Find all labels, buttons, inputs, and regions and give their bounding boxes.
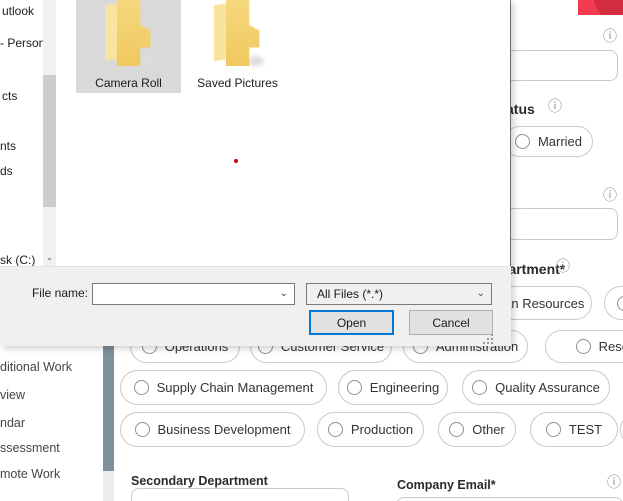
dept-pill-label: Quality Assurance	[495, 380, 600, 395]
folder-label: Saved Pictures	[188, 76, 287, 90]
dept-pill-business-development[interactable]: Business Development	[120, 412, 305, 447]
file-name-input[interactable]: ⌄	[92, 283, 295, 305]
brand-red-circle	[594, 0, 623, 15]
radio-icon[interactable]	[134, 380, 149, 395]
file-type-value: All Files (*.*)	[317, 287, 383, 301]
dept-pill-label: Production	[351, 422, 413, 437]
radio-icon[interactable]	[328, 422, 343, 437]
tree-item[interactable]: cts	[2, 89, 17, 103]
tree-item[interactable]: sk (C:)	[0, 253, 35, 267]
folder-item-saved-pictures[interactable]: Saved Pictures	[188, 0, 287, 93]
screen: ⓘ Marital Status ⓘ Married ⓘ Department*…	[0, 0, 623, 501]
dept-pill-label: Research	[599, 339, 623, 354]
open-button[interactable]: Open	[309, 310, 394, 335]
red-cursor-dot	[234, 159, 238, 163]
dept-pill-quality-assurance[interactable]: Quality Assurance	[462, 370, 610, 405]
dialog-bottom-bar: File name: ⌄ All Files (*.*) ⌄ Open Canc…	[0, 266, 511, 346]
dept-pill-other[interactable]: Other	[438, 412, 516, 447]
folder-item-camera-roll[interactable]: Camera Roll	[76, 0, 181, 93]
folder-icon	[99, 0, 159, 70]
text-field[interactable]	[498, 50, 618, 81]
chevron-down-icon[interactable]: ⌄	[477, 284, 485, 306]
tree-item[interactable]: nts	[0, 139, 16, 153]
folder-label: Camera Roll	[76, 76, 181, 90]
dept-pill-label: Supply Chain Management	[157, 380, 314, 395]
sidebar-item[interactable]: mote Work	[0, 467, 60, 481]
sidebar-item[interactable]: ndar	[0, 416, 25, 430]
radio-icon[interactable]	[576, 339, 591, 354]
dept-pill-engineering[interactable]: Engineering	[338, 370, 448, 405]
tree-item[interactable]: - Person	[0, 36, 45, 50]
company-email-label: Company Email*	[397, 478, 496, 492]
dept-pill-partial[interactable]	[604, 286, 623, 320]
dept-pill-label: TEST	[569, 422, 602, 437]
secondary-department-field[interactable]	[131, 488, 349, 501]
tree-item[interactable]: utlook	[2, 4, 34, 18]
dialog-scrollbar-thumb[interactable]	[43, 75, 56, 207]
radio-icon[interactable]	[135, 422, 150, 437]
married-label: Married	[538, 134, 582, 149]
radio-icon[interactable]	[617, 296, 623, 311]
dept-pill-supply-chain-management[interactable]: Supply Chain Management	[120, 370, 327, 405]
chevron-down-icon[interactable]: ⌄	[280, 284, 288, 306]
brand-red-banner	[578, 0, 623, 15]
sidebar-item[interactable]: view	[0, 388, 25, 402]
file-name-label: File name:	[32, 286, 88, 300]
sidebar-item[interactable]: ssessment	[0, 441, 60, 455]
info-icon[interactable]: ⓘ	[603, 188, 617, 202]
info-icon[interactable]: ⓘ	[603, 29, 617, 43]
radio-icon[interactable]	[472, 380, 487, 395]
radio-icon[interactable]	[449, 422, 464, 437]
radio-icon[interactable]	[347, 380, 362, 395]
text-field[interactable]	[498, 208, 618, 240]
file-type-select[interactable]: All Files (*.*) ⌄	[306, 283, 492, 305]
radio-icon[interactable]	[546, 422, 561, 437]
folder-icon	[208, 0, 268, 70]
resize-grip-icon[interactable]	[483, 334, 485, 336]
scrollbar-down-arrow-icon[interactable]: ⌄	[43, 250, 56, 264]
secondary-department-label: Secondary Department	[131, 474, 268, 488]
company-email-field[interactable]	[396, 497, 623, 501]
tree-item[interactable]: ds	[0, 164, 13, 178]
info-icon[interactable]: ⓘ	[556, 259, 570, 273]
info-icon[interactable]: ⓘ	[548, 99, 562, 113]
radio-icon[interactable]	[515, 134, 530, 149]
info-icon[interactable]: ⓘ	[607, 475, 621, 489]
dept-pill-research[interactable]: Research	[545, 330, 623, 363]
page-scrollbar-thumb[interactable]	[103, 345, 114, 471]
dept-pill-label: Engineering	[370, 380, 439, 395]
cancel-button[interactable]: Cancel	[409, 310, 493, 335]
dept-pill-label: Other	[472, 422, 505, 437]
dept-pill-production[interactable]: Production	[317, 412, 424, 447]
sidebar-item[interactable]: ditional Work	[0, 360, 72, 374]
open-file-dialog: utlook - Person cts nts ds sk (C:) ⌄ Camera R…	[0, 0, 511, 346]
dept-pill-test[interactable]: TEST	[530, 412, 618, 447]
married-radio-pill[interactable]: Married	[504, 126, 593, 157]
dept-pill-label: Business Development	[158, 422, 291, 437]
